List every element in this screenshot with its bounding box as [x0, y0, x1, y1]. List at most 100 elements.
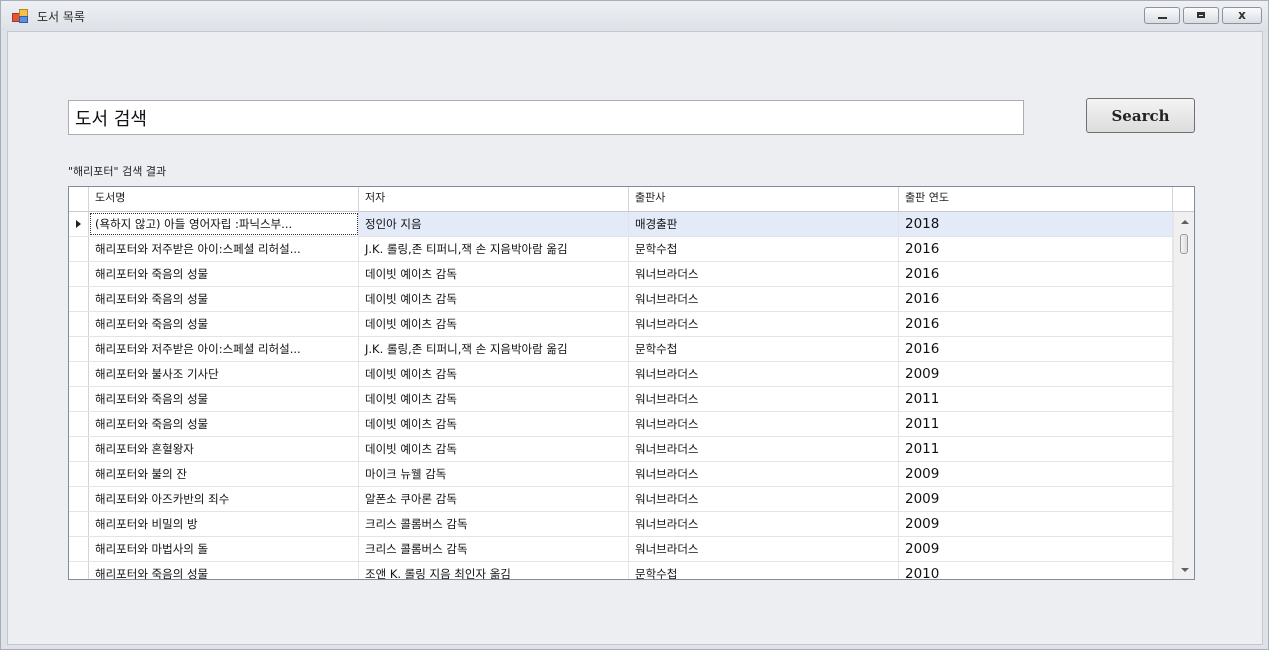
table-row[interactable]: (욕하지 않고) 아들 영어자립 :파닉스부... 정인아 지음 매경출판 2018 — [69, 212, 1173, 237]
cell-author[interactable]: 크리스 콜롬버스 감독 — [359, 512, 629, 536]
cell-year[interactable]: 2016 — [899, 237, 1173, 261]
row-header[interactable] — [69, 562, 89, 579]
cell-title[interactable]: 해리포터와 죽음의 성물 — [89, 412, 359, 436]
cell-year[interactable]: 2009 — [899, 362, 1173, 386]
table-row[interactable]: 해리포터와 죽음의 성물 데이빗 예이츠 감독 워너브라더스 2016 — [69, 287, 1173, 312]
row-header[interactable] — [69, 412, 89, 436]
cell-year[interactable]: 2009 — [899, 512, 1173, 536]
table-row[interactable]: 해리포터와 마법사의 돌 크리스 콜롬버스 감독 워너브라더스 2009 — [69, 537, 1173, 562]
cell-title[interactable]: 해리포터와 죽음의 성물 — [89, 562, 359, 579]
cell-publisher[interactable]: 워너브라더스 — [629, 362, 899, 386]
cell-title[interactable]: 해리포터와 불의 잔 — [89, 462, 359, 486]
cell-year[interactable]: 2011 — [899, 412, 1173, 436]
cell-author[interactable]: 알폰소 쿠아론 감독 — [359, 487, 629, 511]
cell-author[interactable]: 데이빗 예이츠 감독 — [359, 362, 629, 386]
cell-author[interactable]: 데이빗 예이츠 감독 — [359, 412, 629, 436]
cell-author[interactable]: 데이빗 예이츠 감독 — [359, 287, 629, 311]
cell-title[interactable]: 해리포터와 비밀의 방 — [89, 512, 359, 536]
cell-author[interactable]: 마이크 뉴웰 감독 — [359, 462, 629, 486]
cell-publisher[interactable]: 문학수첩 — [629, 562, 899, 579]
search-button[interactable]: Search — [1086, 98, 1195, 133]
cell-author[interactable]: 데이빗 예이츠 감독 — [359, 387, 629, 411]
cell-title[interactable]: 해리포터와 아즈카반의 죄수 — [89, 487, 359, 511]
vertical-scrollbar[interactable] — [1173, 212, 1194, 579]
row-header[interactable] — [69, 512, 89, 536]
row-header[interactable] — [69, 287, 89, 311]
table-row[interactable]: 해리포터와 혼혈왕자 데이빗 예이츠 감독 워너브라더스 2011 — [69, 437, 1173, 462]
row-header[interactable] — [69, 487, 89, 511]
cell-year[interactable]: 2016 — [899, 337, 1173, 361]
row-header[interactable] — [69, 462, 89, 486]
cell-year[interactable]: 2016 — [899, 287, 1173, 311]
cell-author[interactable]: 정인아 지음 — [359, 212, 629, 236]
cell-title[interactable]: 해리포터와 죽음의 성물 — [89, 262, 359, 286]
cell-author[interactable]: J.K. 롤링,존 티퍼니,잭 손 지음박아람 옮김 — [359, 237, 629, 261]
title-bar[interactable]: 도서 목록 x — [1, 1, 1268, 31]
cell-author[interactable]: 크리스 콜롬버스 감독 — [359, 537, 629, 561]
table-row[interactable]: 해리포터와 비밀의 방 크리스 콜롬버스 감독 워너브라더스 2009 — [69, 512, 1173, 537]
row-header[interactable] — [69, 312, 89, 336]
column-header-author[interactable]: 저자 — [359, 187, 629, 211]
row-header[interactable] — [69, 387, 89, 411]
minimize-button[interactable] — [1144, 7, 1180, 24]
cell-publisher[interactable]: 워너브라더스 — [629, 262, 899, 286]
cell-publisher[interactable]: 워너브라더스 — [629, 462, 899, 486]
cell-publisher[interactable]: 워너브라더스 — [629, 487, 899, 511]
table-row[interactable]: 해리포터와 죽음의 성물 데이빗 예이츠 감독 워너브라더스 2016 — [69, 312, 1173, 337]
cell-author[interactable]: 데이빗 예이츠 감독 — [359, 262, 629, 286]
cell-title[interactable]: 해리포터와 혼혈왕자 — [89, 437, 359, 461]
cell-year[interactable]: 2009 — [899, 462, 1173, 486]
cell-publisher[interactable]: 문학수첩 — [629, 237, 899, 261]
cell-title[interactable]: 해리포터와 저주받은 아이:스페셜 리허설... — [89, 337, 359, 361]
row-header[interactable] — [69, 362, 89, 386]
cell-publisher[interactable]: 워너브라더스 — [629, 287, 899, 311]
cell-year[interactable]: 2018 — [899, 212, 1173, 236]
book-grid[interactable]: 도서명 저자 출판사 출판 연도 (욕하지 않고) 아들 영어자립 :파닉스부.… — [68, 186, 1195, 580]
cell-year[interactable]: 2016 — [899, 312, 1173, 336]
close-button[interactable]: x — [1222, 7, 1262, 24]
cell-year[interactable]: 2016 — [899, 262, 1173, 286]
cell-publisher[interactable]: 워너브라더스 — [629, 437, 899, 461]
cell-publisher[interactable]: 문학수첩 — [629, 337, 899, 361]
row-header[interactable] — [69, 537, 89, 561]
cell-title[interactable]: (욕하지 않고) 아들 영어자립 :파닉스부... — [89, 212, 359, 236]
row-header[interactable] — [69, 437, 89, 461]
table-row[interactable]: 해리포터와 죽음의 성물 데이빗 예이츠 감독 워너브라더스 2011 — [69, 387, 1173, 412]
cell-title[interactable]: 해리포터와 죽음의 성물 — [89, 287, 359, 311]
column-header-publisher[interactable]: 출판사 — [629, 187, 899, 211]
scroll-up-icon[interactable] — [1181, 220, 1189, 224]
cell-publisher[interactable]: 워너브라더스 — [629, 412, 899, 436]
table-row[interactable]: 해리포터와 저주받은 아이:스페셜 리허설... J.K. 롤링,존 티퍼니,잭 … — [69, 337, 1173, 362]
cell-year[interactable]: 2011 — [899, 437, 1173, 461]
row-header[interactable] — [69, 237, 89, 261]
cell-title[interactable]: 해리포터와 죽음의 성물 — [89, 312, 359, 336]
table-row[interactable]: 해리포터와 아즈카반의 죄수 알폰소 쿠아론 감독 워너브라더스 2009 — [69, 487, 1173, 512]
row-header[interactable] — [69, 262, 89, 286]
table-row[interactable]: 해리포터와 죽음의 성물 조앤 K. 롤링 지음 최인자 옮김 문학수첩 2010 — [69, 562, 1173, 579]
cell-publisher[interactable]: 워너브라더스 — [629, 512, 899, 536]
cell-year[interactable]: 2011 — [899, 387, 1173, 411]
cell-publisher[interactable]: 워너브라더스 — [629, 537, 899, 561]
cell-publisher[interactable]: 워너브라더스 — [629, 312, 899, 336]
cell-title[interactable]: 해리포터와 저주받은 아이:스페셜 리허설... — [89, 237, 359, 261]
cell-year[interactable]: 2010 — [899, 562, 1173, 579]
table-row[interactable]: 해리포터와 저주받은 아이:스페셜 리허설... J.K. 롤링,존 티퍼니,잭 … — [69, 237, 1173, 262]
cell-author[interactable]: 조앤 K. 롤링 지음 최인자 옮김 — [359, 562, 629, 579]
column-header-title[interactable]: 도서명 — [89, 187, 359, 211]
table-row[interactable]: 해리포터와 죽음의 성물 데이빗 예이츠 감독 워너브라더스 2016 — [69, 262, 1173, 287]
table-row[interactable]: 해리포터와 죽음의 성물 데이빗 예이츠 감독 워너브라더스 2011 — [69, 412, 1173, 437]
maximize-button[interactable] — [1183, 7, 1219, 24]
cell-year[interactable]: 2009 — [899, 537, 1173, 561]
cell-title[interactable]: 해리포터와 불사조 기사단 — [89, 362, 359, 386]
cell-title[interactable]: 해리포터와 죽음의 성물 — [89, 387, 359, 411]
row-header[interactable] — [69, 337, 89, 361]
cell-title[interactable]: 해리포터와 마법사의 돌 — [89, 537, 359, 561]
column-header-year[interactable]: 출판 연도 — [899, 187, 1173, 211]
search-input[interactable] — [68, 100, 1024, 135]
scroll-down-icon[interactable] — [1181, 568, 1189, 572]
row-header[interactable] — [69, 212, 89, 236]
scroll-thumb[interactable] — [1180, 234, 1188, 254]
cell-year[interactable]: 2009 — [899, 487, 1173, 511]
table-row[interactable]: 해리포터와 불사조 기사단 데이빗 예이츠 감독 워너브라더스 2009 — [69, 362, 1173, 387]
cell-author[interactable]: 데이빗 예이츠 감독 — [359, 312, 629, 336]
